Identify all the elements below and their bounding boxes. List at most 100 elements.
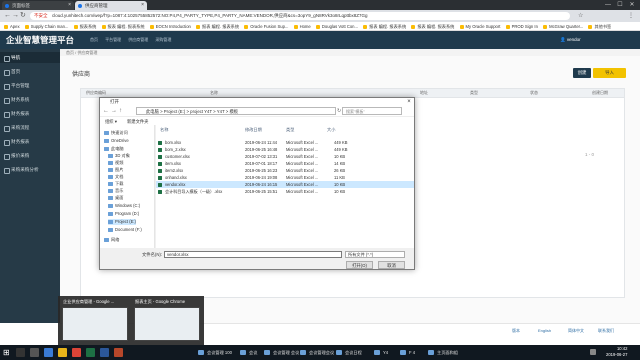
bookmark-item[interactable]: 报表 编程. 报表系统 <box>102 22 145 30</box>
pagination[interactable]: 1 - 0 <box>585 152 594 157</box>
taskbar-item[interactable]: 会议管理 会议 <box>262 346 299 359</box>
sidebar-item-purchase[interactable]: 采购流程 <box>0 122 60 133</box>
window-thumbnail[interactable]: 报表主页 - Google Chrome <box>132 298 202 343</box>
create-button[interactable]: 创建 <box>573 68 591 78</box>
ie-icon[interactable] <box>44 348 53 357</box>
bookmark-item[interactable]: Supply Chain man... <box>25 22 69 30</box>
bookmark-item[interactable]: My Oracle Support <box>460 22 501 30</box>
tree-item-this-pc[interactable]: 此电脑 <box>104 146 124 152</box>
browser-tab-active[interactable]: 供应商管理 × <box>75 1 147 10</box>
file-row[interactable]: item2.xlsx 2019-06-25 16:23 Microsoft Ex… <box>156 167 414 174</box>
word-icon[interactable] <box>100 348 109 357</box>
tree-item-drive-c[interactable]: Windows (C:) <box>108 203 140 209</box>
window-thumbnail[interactable]: 企业供应商管理 - Google ... <box>60 298 130 343</box>
footer-link[interactable]: English <box>538 324 551 337</box>
dialog-close-icon[interactable]: × <box>404 98 414 106</box>
tree-item-drive-f[interactable]: Document (F:) <box>108 227 142 233</box>
top-nav-item[interactable]: 供应商管理 <box>128 37 148 42</box>
task-view-icon[interactable] <box>30 348 39 357</box>
tree-item-quick-access[interactable]: 快速访问 <box>104 130 128 136</box>
grid-column-header[interactable]: 名称 <box>210 89 218 97</box>
sidebar-item-platform[interactable]: 平台管理 <box>0 80 60 91</box>
file-row[interactable]: item.xlsx 2019-07-01 18:17 Microsoft Exc… <box>156 160 414 167</box>
taskbar-item[interactable]: 会议日程 <box>334 346 362 359</box>
grid-column-header[interactable]: 创建日期 <box>592 89 608 97</box>
close-window-button[interactable]: ✕ <box>626 0 638 10</box>
tree-item-desktop[interactable]: 桌面 <box>108 195 123 201</box>
grid-column-header[interactable]: 类型 <box>470 89 478 97</box>
sidebar-item-report[interactable]: 财务报表 <box>0 108 60 119</box>
tree-item-downloads[interactable]: 下载 <box>108 181 123 187</box>
up-arrow-icon[interactable]: ↑ <box>119 107 122 115</box>
menu-kebab-icon[interactable]: ⋮ <box>628 11 634 21</box>
column-header-date[interactable]: 修改日期 <box>245 127 262 133</box>
tree-item-onedrive[interactable]: OneDrive <box>104 138 129 144</box>
security-warning-label[interactable]: 不安全 <box>34 12 48 20</box>
sidebar-item-finance[interactable]: 财务系统 <box>0 94 60 105</box>
path-breadcrumb[interactable]: 此电脑 > Project (E:) > project Y4T > Y4T >… <box>136 107 336 115</box>
tree-item-music[interactable]: 音乐 <box>108 188 123 194</box>
taskbar-item[interactable]: 会议 <box>238 346 257 359</box>
file-row-selected[interactable]: vendor.xlsx 2019-06-24 16:15 Microsoft E… <box>156 181 414 188</box>
bookmark-item[interactable]: 报表 编程. 报表系统 <box>411 22 454 30</box>
bookmark-item[interactable]: 报表 编程. 报表系统 <box>363 22 406 30</box>
system-clock[interactable]: 10:42 2019-06-27 <box>606 346 627 358</box>
top-nav-item[interactable]: 采购管理 <box>155 37 171 42</box>
refresh-icon[interactable]: ↻ <box>337 107 341 115</box>
chrome-icon[interactable] <box>72 348 81 357</box>
bookmark-item[interactable]: Oracle Fusion Sup... <box>244 22 288 30</box>
bookmark-star-icon[interactable]: ☆ <box>578 11 583 21</box>
footer-link[interactable]: 版本 <box>512 324 520 337</box>
tree-item-drive-e[interactable]: Project (E:) <box>108 219 136 225</box>
close-tab-icon[interactable]: × <box>68 1 71 10</box>
folder-icon[interactable] <box>58 348 67 357</box>
filename-input[interactable]: vendor.xlsx <box>164 251 342 258</box>
excel-icon[interactable] <box>86 348 95 357</box>
tree-item-documents[interactable]: 文档 <box>108 174 123 180</box>
file-row[interactable]: customer.xlsx 2019-07-02 13:31 Microsoft… <box>156 153 414 160</box>
taskbar-item[interactable]: 主页面和组 <box>426 346 458 359</box>
footer-link[interactable]: 简体中文 <box>568 324 584 337</box>
file-row[interactable]: 会计科目导入模板（一级）.xlsx 2019-06-25 15:51 Micro… <box>156 188 414 195</box>
top-nav-item[interactable]: 首页 <box>90 37 98 42</box>
sidebar-item-report-2[interactable]: 财务报表 <box>0 136 60 147</box>
footer-link[interactable]: 联系我们 <box>598 324 614 337</box>
tree-item-pictures[interactable]: 图片 <box>108 167 123 173</box>
close-tab-icon[interactable]: × <box>141 1 144 10</box>
file-row[interactable]: bom.xlsx 2019-06-24 11:44 Microsoft Exce… <box>156 139 414 146</box>
import-button[interactable]: 导入 <box>593 68 626 78</box>
taskbar-item[interactable]: 会议管理会议 <box>298 346 334 359</box>
tree-item-video[interactable]: 视频 <box>108 160 123 166</box>
bookmark-item[interactable]: EOCN Introduction <box>150 22 191 30</box>
file-row[interactable]: onhand.xlsx 2019-06-24 19:08 Microsoft E… <box>156 174 414 181</box>
network-icon[interactable] <box>590 349 596 355</box>
bookmark-item[interactable]: McGraw Quarter... <box>543 22 583 30</box>
bookmark-item[interactable]: Apex <box>4 22 20 30</box>
forward-arrow-icon[interactable]: → <box>111 107 117 115</box>
minimize-window-button[interactable]: — <box>602 0 614 10</box>
top-nav-item[interactable]: 平台管理 <box>105 37 121 42</box>
bookmark-item[interactable]: Douglas Vott Con... <box>316 22 358 30</box>
sidebar-item-nav[interactable]: 导航 <box>0 52 60 63</box>
powerpoint-icon[interactable] <box>114 348 123 357</box>
file-type-select[interactable]: 所有文件 (*.*) <box>345 251 405 258</box>
taskbar-item[interactable]: 会议管理 100 <box>196 346 232 359</box>
taskbar-item[interactable]: Y4 <box>372 346 388 359</box>
bookmark-item[interactable]: Home <box>294 22 311 30</box>
column-header-type[interactable]: 类型 <box>286 127 294 133</box>
reload-icon[interactable]: ↻ <box>20 11 26 21</box>
tree-item-3d[interactable]: 3D 对象 <box>108 153 130 159</box>
search-icon[interactable] <box>16 348 25 357</box>
dialog-search-input[interactable]: 搜索"模板" <box>342 107 402 115</box>
taskbar-item[interactable]: F 4 <box>398 346 415 359</box>
sidebar-item-analysis[interactable]: 采购采购分析 <box>0 164 60 175</box>
column-header-name[interactable]: 名称 <box>160 127 168 133</box>
column-header-size[interactable]: 大小 <box>327 127 335 133</box>
tree-item-network[interactable]: 网络 <box>104 237 119 243</box>
back-arrow-icon[interactable]: ← <box>4 11 11 21</box>
url-bar[interactable]: 不安全 cloud.yunhitech.com/wep/f?p=1087:4:1… <box>30 12 570 20</box>
grid-column-header[interactable]: 供应商编码 <box>86 89 106 97</box>
windows-start-icon[interactable]: ⊞ <box>3 348 12 357</box>
bookmark-item[interactable]: 报表系统 <box>74 22 97 30</box>
forward-arrow-icon[interactable]: → <box>12 11 19 21</box>
